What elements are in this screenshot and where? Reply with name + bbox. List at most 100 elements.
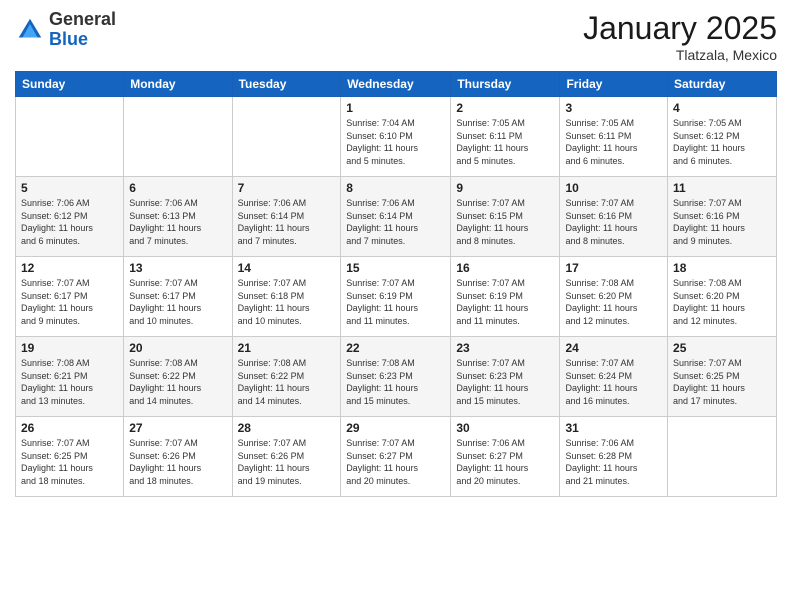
week-row-1: 5Sunrise: 7:06 AM Sunset: 6:12 PM Daylig… bbox=[16, 177, 777, 257]
day-number: 30 bbox=[456, 421, 554, 435]
day-info: Sunrise: 7:08 AM Sunset: 6:23 PM Dayligh… bbox=[346, 357, 445, 407]
day-info: Sunrise: 7:07 AM Sunset: 6:16 PM Dayligh… bbox=[565, 197, 662, 247]
month-title: January 2025 bbox=[583, 10, 777, 47]
day-cell: 26 Sunrise: 7:07 AM Sunset: 6:25 PM Dayli… bbox=[16, 417, 124, 497]
day-cell: 28Sunrise: 7:07 AM Sunset: 6:26 PM Dayli… bbox=[232, 417, 341, 497]
day-info: Sunrise: 7:06 AM Sunset: 6:28 PM Dayligh… bbox=[565, 437, 662, 487]
day-info: Sunrise: 7:07 AM Sunset: 6:25 PM Dayligh… bbox=[21, 437, 118, 487]
day-cell: 3 Sunrise: 7:05 AM Sunset: 6:11 PM Daylig… bbox=[560, 97, 668, 177]
day-cell: 9Sunrise: 7:07 AM Sunset: 6:15 PM Daylig… bbox=[451, 177, 560, 257]
day-cell: 18 Sunrise: 7:08 AM Sunset: 6:20 PM Dayli… bbox=[668, 257, 777, 337]
day-number: 25 bbox=[673, 341, 771, 355]
day-info: Sunrise: 7:06 AM Sunset: 6:14 PM Dayligh… bbox=[238, 197, 336, 247]
day-number: 24 bbox=[565, 341, 662, 355]
day-cell: 20 Sunrise: 7:08 AM Sunset: 6:22 PM Dayli… bbox=[124, 337, 232, 417]
weekday-header-monday: Monday bbox=[124, 72, 232, 97]
location: Tlatzala, Mexico bbox=[583, 47, 777, 63]
weekday-header-sunday: Sunday bbox=[16, 72, 124, 97]
day-cell bbox=[124, 97, 232, 177]
day-info: Sunrise: 7:06 AM Sunset: 6:27 PM Dayligh… bbox=[456, 437, 554, 487]
day-cell bbox=[232, 97, 341, 177]
day-cell bbox=[668, 417, 777, 497]
day-number: 16 bbox=[456, 261, 554, 275]
day-number: 14 bbox=[238, 261, 336, 275]
week-row-3: 19 Sunrise: 7:08 AM Sunset: 6:21 PM Dayli… bbox=[16, 337, 777, 417]
day-info: Sunrise: 7:07 AM Sunset: 6:27 PM Dayligh… bbox=[346, 437, 445, 487]
logo-blue: Blue bbox=[49, 29, 88, 49]
day-cell: 7 Sunrise: 7:06 AM Sunset: 6:14 PM Daylig… bbox=[232, 177, 341, 257]
day-info: Sunrise: 7:08 AM Sunset: 6:22 PM Dayligh… bbox=[238, 357, 336, 407]
day-info: Sunrise: 7:08 AM Sunset: 6:21 PM Dayligh… bbox=[21, 357, 118, 407]
day-cell: 31 Sunrise: 7:06 AM Sunset: 6:28 PM Dayli… bbox=[560, 417, 668, 497]
day-number: 31 bbox=[565, 421, 662, 435]
day-info: Sunrise: 7:07 AM Sunset: 6:17 PM Dayligh… bbox=[129, 277, 226, 327]
day-info: Sunrise: 7:07 AM Sunset: 6:23 PM Dayligh… bbox=[456, 357, 554, 407]
day-cell: 1 Sunrise: 7:04 AM Sunset: 6:10 PM Daylig… bbox=[341, 97, 451, 177]
day-cell: 21Sunrise: 7:08 AM Sunset: 6:22 PM Dayli… bbox=[232, 337, 341, 417]
day-number: 20 bbox=[129, 341, 226, 355]
day-number: 7 bbox=[238, 181, 336, 195]
day-cell: 27Sunrise: 7:07 AM Sunset: 6:26 PM Dayli… bbox=[124, 417, 232, 497]
day-number: 26 bbox=[21, 421, 118, 435]
day-cell: 8 Sunrise: 7:06 AM Sunset: 6:14 PM Daylig… bbox=[341, 177, 451, 257]
day-cell: 5Sunrise: 7:06 AM Sunset: 6:12 PM Daylig… bbox=[16, 177, 124, 257]
weekday-header-friday: Friday bbox=[560, 72, 668, 97]
day-cell: 16 Sunrise: 7:07 AM Sunset: 6:19 PM Dayli… bbox=[451, 257, 560, 337]
day-info: Sunrise: 7:08 AM Sunset: 6:20 PM Dayligh… bbox=[565, 277, 662, 327]
logo-text: General Blue bbox=[49, 10, 116, 50]
day-cell: 4 Sunrise: 7:05 AM Sunset: 6:12 PM Daylig… bbox=[668, 97, 777, 177]
day-info: Sunrise: 7:07 AM Sunset: 6:24 PM Dayligh… bbox=[565, 357, 662, 407]
day-number: 12 bbox=[21, 261, 118, 275]
day-info: Sunrise: 7:07 AM Sunset: 6:17 PM Dayligh… bbox=[21, 277, 118, 327]
day-cell: 24 Sunrise: 7:07 AM Sunset: 6:24 PM Dayli… bbox=[560, 337, 668, 417]
weekday-header-thursday: Thursday bbox=[451, 72, 560, 97]
day-cell: 22Sunrise: 7:08 AM Sunset: 6:23 PM Dayli… bbox=[341, 337, 451, 417]
day-cell: 19 Sunrise: 7:08 AM Sunset: 6:21 PM Dayli… bbox=[16, 337, 124, 417]
day-number: 8 bbox=[346, 181, 445, 195]
week-row-4: 26 Sunrise: 7:07 AM Sunset: 6:25 PM Dayli… bbox=[16, 417, 777, 497]
weekday-header-tuesday: Tuesday bbox=[232, 72, 341, 97]
day-info: Sunrise: 7:06 AM Sunset: 6:13 PM Dayligh… bbox=[129, 197, 226, 247]
day-number: 10 bbox=[565, 181, 662, 195]
day-cell: 23 Sunrise: 7:07 AM Sunset: 6:23 PM Dayli… bbox=[451, 337, 560, 417]
day-number: 3 bbox=[565, 101, 662, 115]
day-cell: 15 Sunrise: 7:07 AM Sunset: 6:19 PM Dayli… bbox=[341, 257, 451, 337]
day-number: 18 bbox=[673, 261, 771, 275]
day-info: Sunrise: 7:05 AM Sunset: 6:11 PM Dayligh… bbox=[565, 117, 662, 167]
day-info: Sunrise: 7:08 AM Sunset: 6:20 PM Dayligh… bbox=[673, 277, 771, 327]
day-number: 19 bbox=[21, 341, 118, 355]
day-cell: 30 Sunrise: 7:06 AM Sunset: 6:27 PM Dayli… bbox=[451, 417, 560, 497]
day-info: Sunrise: 7:07 AM Sunset: 6:26 PM Dayligh… bbox=[238, 437, 336, 487]
day-info: Sunrise: 7:04 AM Sunset: 6:10 PM Dayligh… bbox=[346, 117, 445, 167]
day-info: Sunrise: 7:08 AM Sunset: 6:22 PM Dayligh… bbox=[129, 357, 226, 407]
logo-icon bbox=[15, 15, 45, 45]
day-number: 15 bbox=[346, 261, 445, 275]
page-header: General Blue January 2025 Tlatzala, Mexi… bbox=[15, 10, 777, 63]
day-cell: 17Sunrise: 7:08 AM Sunset: 6:20 PM Dayli… bbox=[560, 257, 668, 337]
day-number: 23 bbox=[456, 341, 554, 355]
day-cell: 14Sunrise: 7:07 AM Sunset: 6:18 PM Dayli… bbox=[232, 257, 341, 337]
logo: General Blue bbox=[15, 10, 116, 50]
day-number: 6 bbox=[129, 181, 226, 195]
day-number: 2 bbox=[456, 101, 554, 115]
day-number: 11 bbox=[673, 181, 771, 195]
day-cell: 29Sunrise: 7:07 AM Sunset: 6:27 PM Dayli… bbox=[341, 417, 451, 497]
day-cell: 2Sunrise: 7:05 AM Sunset: 6:11 PM Daylig… bbox=[451, 97, 560, 177]
day-number: 13 bbox=[129, 261, 226, 275]
day-number: 4 bbox=[673, 101, 771, 115]
day-number: 1 bbox=[346, 101, 445, 115]
calendar-table: SundayMondayTuesdayWednesdayThursdayFrid… bbox=[15, 71, 777, 497]
weekday-header-wednesday: Wednesday bbox=[341, 72, 451, 97]
day-info: Sunrise: 7:07 AM Sunset: 6:19 PM Dayligh… bbox=[346, 277, 445, 327]
day-number: 9 bbox=[456, 181, 554, 195]
day-info: Sunrise: 7:05 AM Sunset: 6:12 PM Dayligh… bbox=[673, 117, 771, 167]
week-row-0: 1 Sunrise: 7:04 AM Sunset: 6:10 PM Daylig… bbox=[16, 97, 777, 177]
day-cell bbox=[16, 97, 124, 177]
day-info: Sunrise: 7:07 AM Sunset: 6:25 PM Dayligh… bbox=[673, 357, 771, 407]
day-info: Sunrise: 7:07 AM Sunset: 6:19 PM Dayligh… bbox=[456, 277, 554, 327]
day-info: Sunrise: 7:06 AM Sunset: 6:14 PM Dayligh… bbox=[346, 197, 445, 247]
calendar-page: General Blue January 2025 Tlatzala, Mexi… bbox=[0, 0, 792, 612]
day-number: 5 bbox=[21, 181, 118, 195]
title-block: January 2025 Tlatzala, Mexico bbox=[583, 10, 777, 63]
day-info: Sunrise: 7:07 AM Sunset: 6:26 PM Dayligh… bbox=[129, 437, 226, 487]
